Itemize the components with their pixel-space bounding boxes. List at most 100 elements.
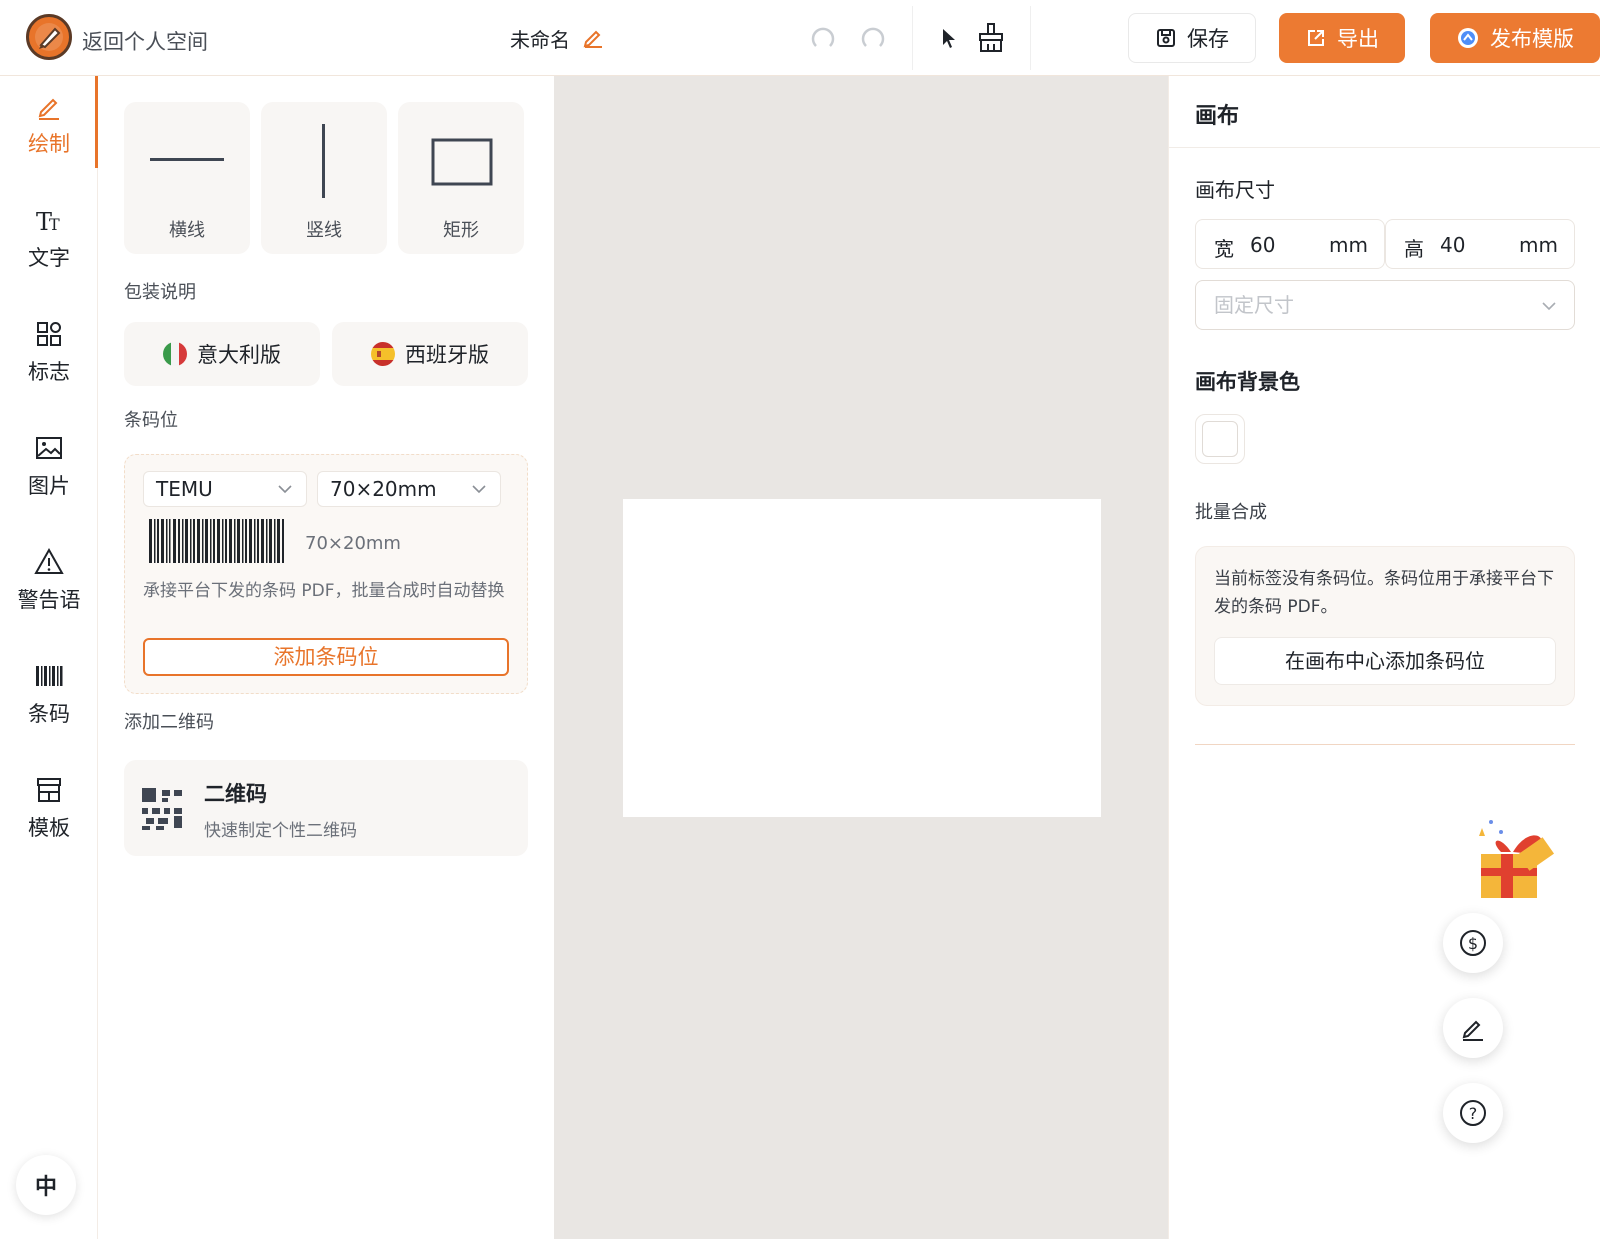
qr-card-title: 二维码 bbox=[204, 782, 267, 806]
pricing-button[interactable]: $ bbox=[1443, 913, 1503, 973]
shape-label: 竖线 bbox=[306, 220, 342, 241]
publish-template-button[interactable]: 发布模版 bbox=[1430, 13, 1600, 63]
publish-label: 发布模版 bbox=[1490, 27, 1574, 51]
flag-label: 西班牙版 bbox=[405, 343, 489, 367]
height-value: 40 bbox=[1440, 233, 1466, 257]
packaging-section-title: 包装说明 bbox=[124, 282, 196, 303]
svg-text:$: $ bbox=[1468, 934, 1478, 953]
help-button[interactable]: ? bbox=[1443, 1083, 1503, 1143]
height-key: 高 bbox=[1404, 237, 1424, 261]
feedback-button[interactable] bbox=[1443, 998, 1503, 1058]
barcode-preview-icon bbox=[149, 519, 284, 563]
redo-icon[interactable] bbox=[858, 24, 888, 54]
rail-item-image[interactable]: 图片 bbox=[0, 432, 98, 500]
spain-version-button[interactable]: 西班牙版 bbox=[332, 322, 528, 386]
properties-title: 画布 bbox=[1195, 104, 1240, 129]
rail-item-logo[interactable]: 标志 bbox=[0, 318, 98, 386]
draw-panel: 横线 竖线 矩形 包装说明 意大利版 西班牙版 条码位 TEMU 70×20mm… bbox=[98, 76, 554, 1239]
back-to-space-link[interactable]: 返回个人空间 bbox=[82, 26, 208, 56]
width-value: 60 bbox=[1250, 233, 1276, 257]
barcode-section-title: 条码位 bbox=[124, 410, 178, 431]
height-unit: mm bbox=[1519, 233, 1558, 257]
width-unit: mm bbox=[1329, 233, 1368, 257]
rail-label: 模板 bbox=[28, 816, 70, 840]
barcode-size-select[interactable]: 70×20mm bbox=[317, 471, 501, 507]
canvas-height-input[interactable]: 高 40 mm bbox=[1385, 219, 1575, 269]
pointer-icon[interactable] bbox=[940, 27, 960, 51]
pencil-icon bbox=[38, 98, 59, 120]
size-mode-select[interactable]: 固定尺寸 bbox=[1195, 280, 1575, 330]
properties-header: 画布 bbox=[1169, 76, 1600, 148]
save-label: 保存 bbox=[1187, 27, 1229, 51]
barcode-description: 承接平台下发的条码 PDF，批量合成时自动替换 bbox=[143, 581, 505, 601]
italy-flag-icon bbox=[163, 342, 187, 366]
export-button[interactable]: 导出 bbox=[1279, 13, 1405, 63]
spain-flag-icon bbox=[371, 342, 395, 366]
canvas-workspace[interactable] bbox=[554, 76, 1168, 1239]
chevron-down-icon bbox=[278, 485, 292, 494]
qr-code-icon bbox=[142, 788, 182, 830]
export-icon bbox=[1308, 30, 1324, 46]
platform-select-value: TEMU bbox=[156, 477, 213, 501]
rail-item-warning[interactable]: 警告语 bbox=[0, 546, 98, 614]
grid-icon bbox=[37, 322, 61, 346]
shape-vertical-line[interactable]: 竖线 bbox=[261, 102, 387, 254]
rectangle-icon bbox=[431, 138, 493, 186]
batch-label: 批量合成 bbox=[1195, 502, 1267, 523]
qr-section-title: 添加二维码 bbox=[124, 712, 214, 733]
canvas-width-input[interactable]: 宽 60 mm bbox=[1195, 219, 1385, 269]
add-barcode-slot-button[interactable]: 添加条码位 bbox=[143, 638, 509, 676]
chevron-down-icon bbox=[1542, 302, 1556, 311]
add-barcode-center-button[interactable]: 在画布中心添加条码位 bbox=[1214, 637, 1556, 685]
canvas-bg-color-picker[interactable] bbox=[1195, 414, 1245, 464]
barcode-size-select-value: 70×20mm bbox=[330, 477, 437, 501]
rail-label: 条码 bbox=[28, 702, 70, 726]
horizontal-line-icon bbox=[150, 158, 224, 161]
shape-horizontal-line[interactable]: 横线 bbox=[124, 102, 250, 254]
barcode-slot-card: TEMU 70×20mm 70×20mm 承接平台下发的条码 PDF，批量合成时… bbox=[124, 454, 528, 694]
clear-canvas-icon[interactable] bbox=[976, 22, 1006, 54]
warning-icon bbox=[34, 547, 64, 574]
rail-label: 标志 bbox=[28, 360, 70, 384]
rail-label: 警告语 bbox=[17, 588, 81, 612]
platform-select[interactable]: TEMU bbox=[143, 471, 307, 507]
canvas-bg-label: 画布背景色 bbox=[1195, 370, 1300, 394]
label-canvas[interactable] bbox=[623, 499, 1101, 817]
undo-icon[interactable] bbox=[808, 24, 838, 54]
qr-code-card[interactable]: 二维码 快速制定个性二维码 bbox=[124, 760, 528, 856]
rail-label: 文字 bbox=[28, 246, 70, 270]
canvas-size-label: 画布尺寸 bbox=[1195, 178, 1275, 202]
flag-label: 意大利版 bbox=[197, 343, 281, 367]
barcode-icon bbox=[36, 666, 63, 686]
svg-text:?: ? bbox=[1469, 1104, 1478, 1123]
export-label: 导出 bbox=[1337, 27, 1379, 51]
top-bar: 返回个人空间 未命名 保存 导出 发布模版 bbox=[0, 0, 1600, 76]
rail-item-text[interactable]: T T 文字 bbox=[0, 204, 98, 272]
app-logo[interactable] bbox=[26, 14, 72, 60]
size-mode-placeholder: 固定尺寸 bbox=[1214, 293, 1294, 317]
rail-label: 绘制 bbox=[28, 132, 70, 156]
publish-icon bbox=[1458, 28, 1478, 48]
batch-compose-card: 当前标签没有条码位。条码位用于承接平台下发的条码 PDF。 在画布中心添加条码位 bbox=[1195, 546, 1575, 706]
rail-item-template[interactable]: 模板 bbox=[0, 774, 98, 842]
gift-icon[interactable] bbox=[1471, 814, 1563, 906]
italy-version-button[interactable]: 意大利版 bbox=[124, 322, 320, 386]
save-icon bbox=[1157, 29, 1175, 47]
store-icon bbox=[37, 778, 61, 802]
image-icon bbox=[36, 437, 62, 459]
rail-item-barcode[interactable]: 条码 bbox=[0, 660, 98, 728]
save-button[interactable]: 保存 bbox=[1128, 13, 1256, 63]
color-swatch-preview bbox=[1202, 421, 1238, 457]
help-icon: ? bbox=[1460, 1100, 1486, 1126]
document-title[interactable]: 未命名 bbox=[510, 24, 570, 53]
edit-title-icon[interactable] bbox=[582, 26, 604, 48]
rail-label: 图片 bbox=[28, 474, 70, 498]
language-toggle[interactable]: 中 bbox=[16, 1155, 76, 1215]
dollar-icon: $ bbox=[1460, 930, 1486, 956]
properties-panel: 画布 画布尺寸 宽 60 mm 高 40 mm 固定尺寸 画布背景色 批量合成 … bbox=[1168, 76, 1600, 1239]
shape-label: 横线 bbox=[169, 220, 205, 241]
text-icon: T T bbox=[36, 208, 60, 236]
svg-text:T: T bbox=[49, 215, 60, 234]
shape-rectangle[interactable]: 矩形 bbox=[398, 102, 524, 254]
rail-item-draw[interactable]: 绘制 bbox=[0, 90, 98, 158]
